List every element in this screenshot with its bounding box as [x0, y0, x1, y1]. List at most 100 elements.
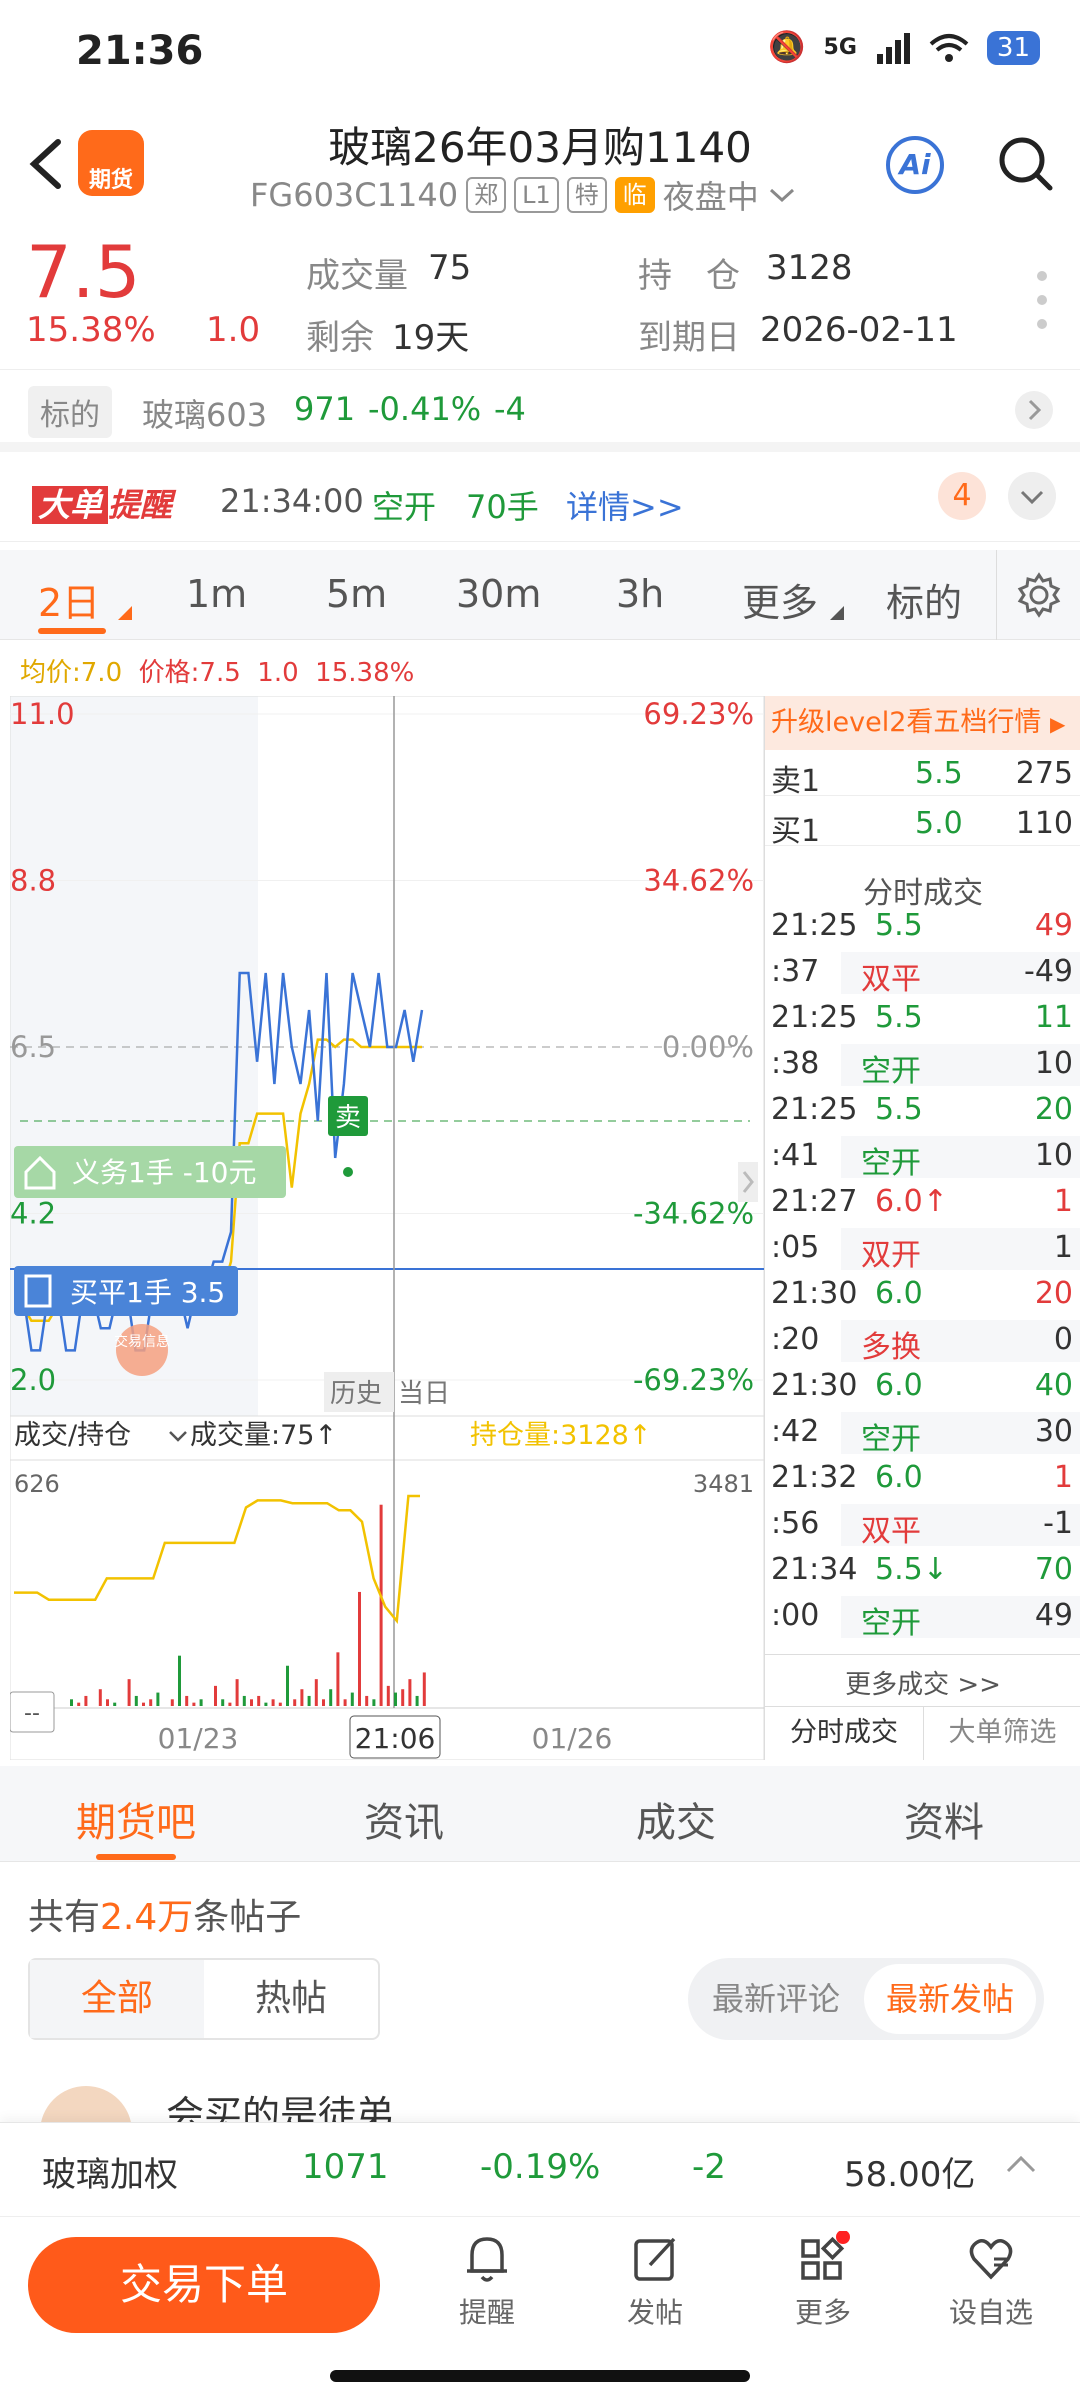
- tick-qty: 1: [1053, 1460, 1073, 1495]
- chevron-up-icon[interactable]: [1004, 2153, 1038, 2175]
- obligation-tag-text: 义务1手 -10元: [72, 1156, 256, 1189]
- tick-time: 21:32: [771, 1460, 858, 1495]
- filter-hot-button[interactable]: 热帖: [204, 1960, 378, 2038]
- volume-bar: [372, 1699, 376, 1706]
- underlying-name: 玻璃603: [142, 396, 268, 434]
- tab-more[interactable]: 更多: [742, 572, 818, 627]
- underlying-chg: -4: [494, 390, 526, 428]
- more-ticks-link[interactable]: 更多成交 >>: [765, 1664, 1080, 1701]
- tab-1m[interactable]: 1m: [186, 572, 247, 616]
- sort-latest-comment[interactable]: 最新评论: [712, 1958, 840, 2040]
- volume-bar: [257, 1695, 261, 1706]
- tick-price: 6.0↑: [875, 1184, 948, 1219]
- trade-info-text: 交易信息: [114, 1333, 170, 1350]
- more-action[interactable]: 更多: [768, 2231, 878, 2331]
- volume-bar: [386, 1685, 390, 1706]
- underlying-pct: -0.41%: [368, 390, 482, 428]
- volume-bar: [77, 1702, 81, 1706]
- tick-row: 21:32 6.0 1:56 双平 -1: [765, 1460, 1080, 1550]
- tab-5m[interactable]: 5m: [326, 572, 387, 616]
- volume-bar: [192, 1702, 196, 1706]
- underlying-price: 971: [294, 390, 356, 428]
- tick-time: 21:34: [771, 1552, 858, 1587]
- more-vertical-icon[interactable]: [1036, 270, 1048, 330]
- upgrade-level2-banner[interactable]: 升级level2看五档行情 ▶: [765, 696, 1080, 750]
- weighted-ticker-bar[interactable]: 玻璃加权 1071 -0.19% -2 58.00亿: [0, 2122, 1080, 2216]
- y-right-labels: 69.23%34.62%0.00%-34.62%-69.23%: [633, 697, 754, 1397]
- expand-icon[interactable]: [1008, 472, 1056, 520]
- remind-action[interactable]: 提醒: [432, 2231, 542, 2331]
- session-status: 夜盘中: [662, 178, 759, 216]
- tab-forum[interactable]: 期货吧: [76, 1790, 196, 1848]
- volume-bar: [214, 1685, 217, 1706]
- mute-icon: 🔕: [768, 30, 806, 65]
- volume-bar: [149, 1699, 153, 1706]
- volume-bar: [307, 1695, 311, 1706]
- volume-bar: [70, 1699, 73, 1706]
- trade-order-button[interactable]: 交易下单: [28, 2237, 380, 2333]
- last-price: 7.5: [26, 230, 141, 314]
- watchlist-action[interactable]: 设自选: [936, 2231, 1046, 2331]
- ai-assistant-icon[interactable]: Ai: [886, 136, 944, 194]
- volume-value: 75: [428, 248, 472, 288]
- y-left-label: 4.2: [10, 1197, 56, 1231]
- y-right-label: 69.23%: [643, 697, 754, 731]
- tab-divider: [996, 550, 997, 640]
- trade-info-badge[interactable]: [116, 1324, 168, 1376]
- tick-price: 6.0: [875, 1368, 923, 1403]
- volume-bar: [134, 1695, 138, 1706]
- volume-bar: [228, 1702, 232, 1706]
- sell1-label: 卖1: [771, 764, 821, 799]
- tick-time: 21:25: [771, 908, 858, 943]
- volume-bar: [379, 1504, 383, 1706]
- volume-bar: [98, 1689, 102, 1706]
- action-bar: 交易下单 提醒 发帖 更多 设自选: [0, 2216, 1080, 2350]
- intraday-chart[interactable]: 11.0 8.8 6.5 4.2 2.0 69.23% 34.62% 0.00% -34.62…: [9, 695, 765, 1761]
- tab-30m[interactable]: 30m: [456, 572, 541, 616]
- big-order-detail-link[interactable]: 详情>>: [566, 482, 684, 528]
- volume-bar: [314, 1679, 318, 1706]
- tick-price: 5.5: [875, 908, 923, 943]
- sub-chart-selector[interactable]: 成交/持仓: [14, 1420, 131, 1451]
- volume-bar: [106, 1699, 109, 1706]
- volume-bar: [322, 1699, 325, 1706]
- chevron-right-icon: [1015, 391, 1053, 429]
- filter-all-button[interactable]: 全部: [30, 1960, 204, 2038]
- tab-underlying[interactable]: 标的: [886, 572, 962, 627]
- community-tabs: 期货吧 资讯 成交 资料: [0, 1766, 1080, 1862]
- tab-2d[interactable]: 2日: [38, 572, 100, 627]
- tick-sec: :38: [771, 1046, 820, 1081]
- buy1-price: 5.0: [915, 806, 963, 841]
- temp-tag: 临: [614, 177, 655, 213]
- sort-latest-post[interactable]: 最新发帖: [864, 1964, 1036, 2034]
- underlying-row[interactable]: 标的 玻璃603 971 -0.41% -4: [0, 372, 1080, 452]
- tab-profile[interactable]: 资料: [904, 1790, 984, 1848]
- post-preview[interactable]: 会买的是徒弟: [40, 2086, 1080, 2122]
- gear-icon[interactable]: [1016, 572, 1062, 618]
- tab-ticks[interactable]: 分时成交: [765, 1706, 923, 1760]
- tick-sec: :05: [771, 1230, 820, 1265]
- big-order-qty: 70手: [466, 488, 539, 526]
- tick-row: 21:25 5.5 11:38 空开 10: [765, 1000, 1080, 1090]
- big-order-count-badge: 4: [938, 472, 986, 520]
- sub-chart-chevron-icon: [169, 1431, 187, 1442]
- price-label: 价格:7.5: [138, 658, 241, 688]
- level-tag: L1: [514, 177, 559, 213]
- volume-bar: [394, 1692, 397, 1706]
- contract-subtitle[interactable]: FG603C1140 郑 L1 特 临 夜盘中: [250, 172, 797, 218]
- upgrade-text: 升级level2看五档行情: [771, 707, 1042, 738]
- post-action[interactable]: 发帖: [600, 2231, 710, 2331]
- tab-big-order-filter[interactable]: 大单筛选: [923, 1706, 1080, 1760]
- search-icon[interactable]: [996, 134, 1056, 194]
- tick-price: 6.0: [875, 1276, 923, 1311]
- volume-bar: [422, 1672, 426, 1706]
- home-indicator[interactable]: [330, 2370, 750, 2382]
- tab-news[interactable]: 资讯: [364, 1790, 444, 1848]
- volume-bar: [278, 1702, 282, 1706]
- tab-3h[interactable]: 3h: [616, 572, 664, 616]
- tick-sec: :20: [771, 1322, 820, 1357]
- side-collapse-handle[interactable]: [738, 1162, 758, 1202]
- tick-type: 空开: [861, 1422, 921, 1457]
- special-tag: 特: [566, 177, 607, 213]
- tab-trades[interactable]: 成交: [636, 1790, 716, 1848]
